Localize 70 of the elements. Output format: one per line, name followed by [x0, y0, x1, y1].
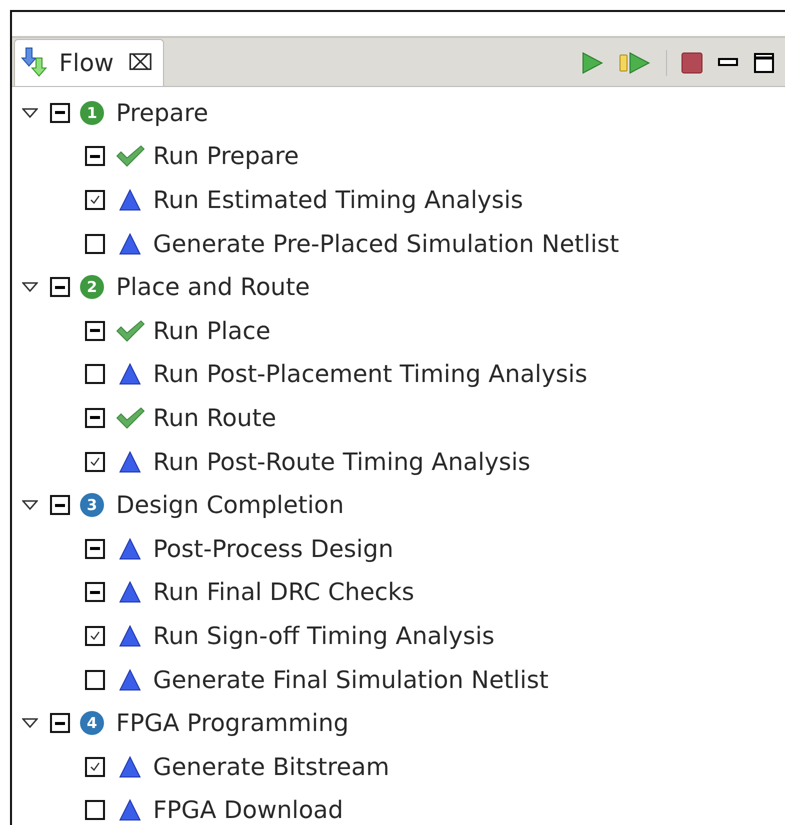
group-label: Prepare [116, 98, 208, 127]
checkbox[interactable] [50, 102, 70, 123]
task-label: Generate Final Simulation Netlist [153, 666, 549, 694]
expand-triangle-icon[interactable] [22, 717, 38, 730]
checkbox[interactable] [85, 146, 105, 166]
checkbox[interactable] [85, 626, 105, 646]
tree-item[interactable]: Run Estimated Timing Analysis [12, 178, 785, 222]
tree-item[interactable]: Generate Bitstream [12, 744, 785, 788]
tick-icon [90, 762, 100, 772]
checkbox[interactable] [85, 452, 105, 472]
tree-item[interactable]: 4 FPGA Programming [12, 701, 785, 745]
task-label: Run Route [153, 404, 276, 432]
tree-item[interactable]: Run Post-Placement Timing Analysis [12, 352, 785, 396]
tree-item[interactable]: FPGA Download [12, 788, 785, 825]
task-label: FPGA Download [153, 796, 344, 824]
tree-item[interactable]: 1 Prepare [12, 91, 785, 135]
task-label: Post-Process Design [153, 534, 394, 563]
tree-item[interactable]: 2 Place and Route [12, 265, 785, 309]
tick-icon [90, 631, 100, 640]
maximize-icon[interactable] [753, 52, 775, 74]
checkbox[interactable] [85, 538, 105, 559]
checkbox[interactable] [85, 756, 105, 777]
task-label: Run Place [153, 316, 270, 345]
checkbox[interactable] [50, 277, 70, 298]
step-number-badge: 1 [80, 100, 104, 125]
step-number-badge: 4 [80, 711, 104, 736]
task-label: Run Estimated Timing Analysis [153, 186, 524, 214]
checkbox[interactable] [85, 800, 105, 820]
tree-item[interactable]: 3 Design Completion [12, 483, 785, 527]
task-label: Run Final DRC Checks [153, 578, 414, 606]
checkbox[interactable] [50, 713, 70, 734]
expand-triangle-icon[interactable] [22, 106, 38, 119]
tree-item[interactable]: Run Route [12, 396, 785, 440]
task-label: Run Sign-off Timing Analysis [153, 622, 495, 650]
task-label: Run Post-Route Timing Analysis [153, 448, 530, 476]
tick-icon [90, 195, 100, 204]
tree-item[interactable]: Run Place [12, 308, 785, 353]
tree-item[interactable]: Run Post-Route Timing Analysis [12, 440, 785, 484]
tree-item[interactable]: Run Prepare [12, 134, 785, 178]
checkbox[interactable] [85, 670, 105, 690]
expand-triangle-icon[interactable] [22, 499, 38, 512]
group-label: Design Completion [116, 491, 344, 520]
task-label: Run Post-Placement Timing Analysis [153, 360, 588, 388]
tree-item[interactable]: Run Final DRC Checks [12, 570, 785, 614]
tree-item[interactable]: Generate Pre-Placed Simulation Netlist [12, 222, 785, 266]
checkbox[interactable] [85, 320, 105, 341]
task-label: Generate Bitstream [153, 752, 390, 781]
step-number-badge: 2 [80, 275, 104, 300]
tree-item[interactable]: Run Sign-off Timing Analysis [12, 614, 785, 658]
checkbox[interactable] [85, 408, 105, 428]
checkbox[interactable] [85, 582, 105, 602]
play-icon[interactable] [580, 51, 604, 75]
flow-tab[interactable]: Flow ⌧ [14, 39, 164, 86]
checkbox[interactable] [85, 234, 105, 254]
step-play-icon[interactable] [618, 51, 652, 75]
minimize-icon[interactable] [717, 57, 739, 69]
group-label: FPGA Programming [116, 709, 349, 738]
group-label: Place and Route [116, 273, 310, 302]
stop-icon[interactable] [681, 52, 703, 74]
tree-item[interactable]: Generate Final Simulation Netlist [12, 658, 785, 702]
checkbox[interactable] [85, 190, 105, 210]
checkbox[interactable] [85, 364, 105, 384]
step-number-badge: 3 [80, 493, 104, 518]
expand-triangle-icon[interactable] [22, 281, 38, 294]
tree-item[interactable]: Post-Process Design [12, 526, 785, 571]
tick-icon [90, 457, 100, 466]
checkbox[interactable] [50, 495, 70, 516]
close-icon[interactable]: ⌧ [128, 50, 154, 76]
task-label: Run Prepare [153, 142, 299, 170]
task-label: Generate Pre-Placed Simulation Netlist [153, 230, 620, 258]
